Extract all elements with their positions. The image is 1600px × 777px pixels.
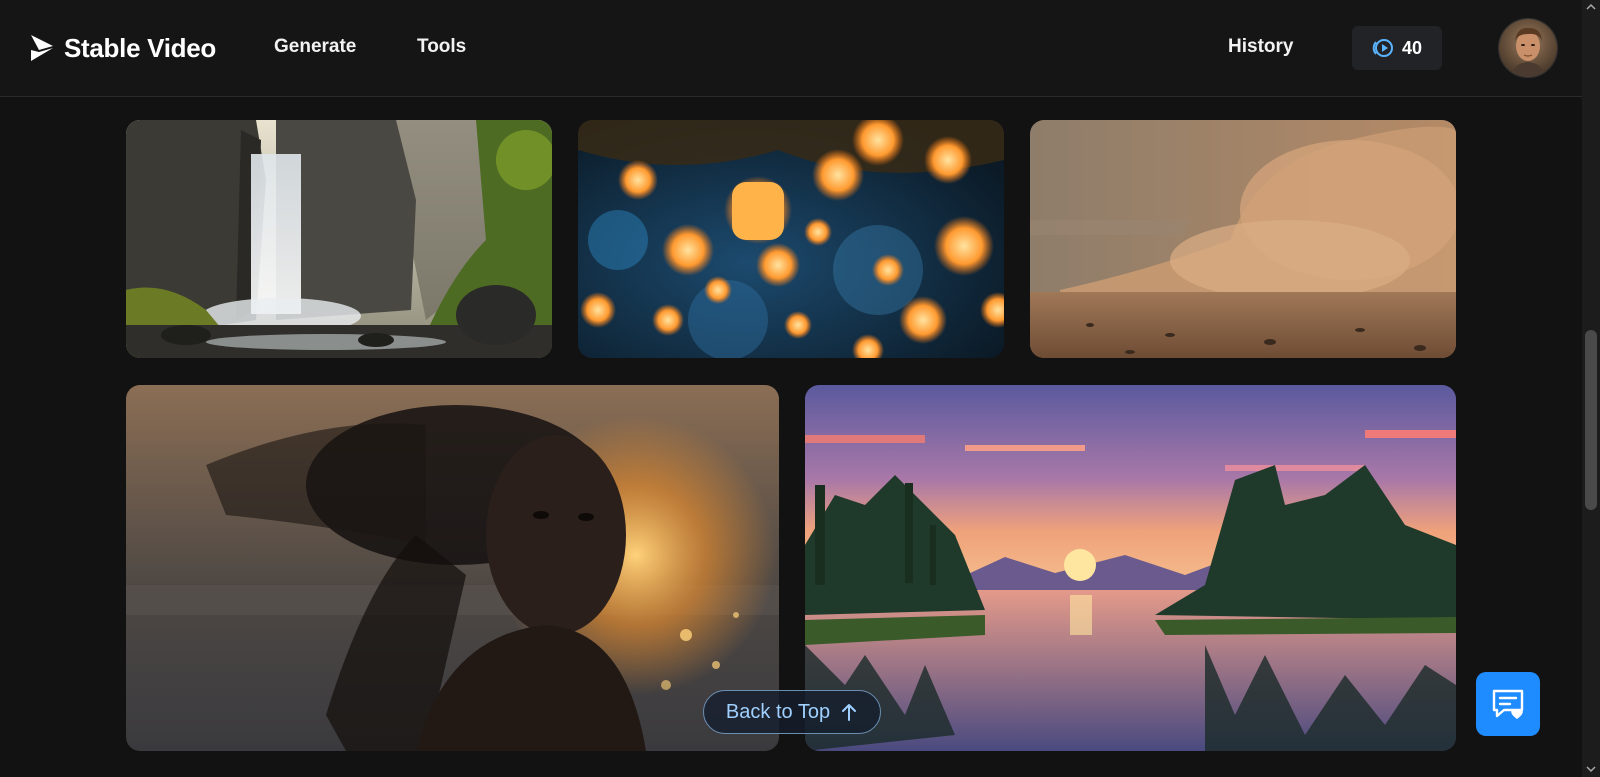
scrollbar-thumb[interactable] <box>1585 330 1597 510</box>
user-avatar[interactable] <box>1498 18 1558 78</box>
nav-generate[interactable]: Generate <box>274 36 356 58</box>
lanterns-image <box>578 120 1004 358</box>
nav-history[interactable]: History <box>1228 36 1293 58</box>
nav-tools[interactable]: Tools <box>417 36 466 58</box>
back-to-top-button[interactable]: Back to Top <box>703 690 881 734</box>
feedback-button[interactable] <box>1476 672 1540 736</box>
gallery-item-portrait[interactable] <box>126 385 779 751</box>
waterfall-image <box>126 120 552 358</box>
feedback-chat-icon <box>1492 689 1524 719</box>
dust-storm-image <box>1030 120 1456 358</box>
gallery-item-waterfall[interactable] <box>126 120 552 358</box>
play-logo-icon <box>31 35 53 61</box>
credits-badge[interactable]: 40 <box>1352 26 1442 70</box>
scroll-down-icon[interactable] <box>1586 764 1596 774</box>
user-avatar-icon <box>1499 19 1557 77</box>
scroll-up-icon[interactable] <box>1586 2 1596 12</box>
pixel-sunset-image <box>805 385 1456 751</box>
top-navbar: Stable Video Generate Tools History 40 <box>0 0 1582 97</box>
gallery-item-pixel-sunset[interactable] <box>805 385 1456 751</box>
arrow-up-icon <box>842 704 857 721</box>
portrait-image <box>126 385 779 751</box>
gallery-item-dust-storm[interactable] <box>1030 120 1456 358</box>
gallery-item-lanterns[interactable] <box>578 120 1004 358</box>
credits-count: 40 <box>1401 37 1423 58</box>
brand-logo[interactable]: Stable Video <box>28 32 216 64</box>
brand-name: Stable Video <box>64 32 216 63</box>
back-to-top-label: Back to Top <box>725 700 831 723</box>
coin-play-icon <box>1372 39 1393 57</box>
